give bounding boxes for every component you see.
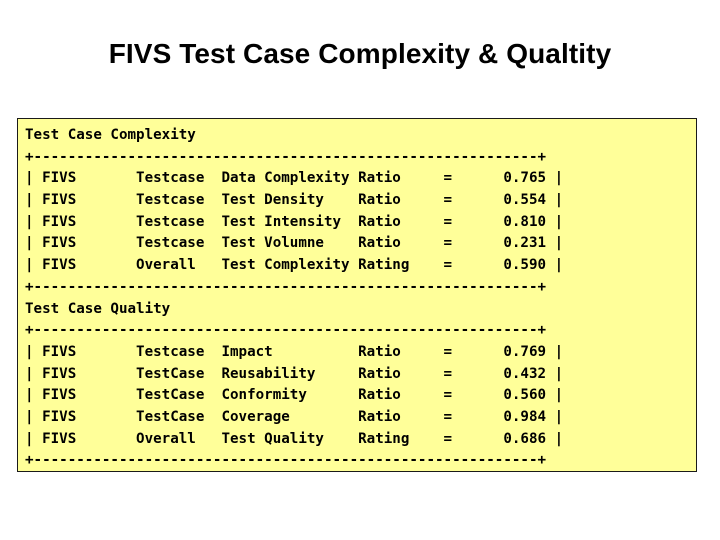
report-line: | FIVS Testcase Test Intensity Ratio = 0…	[25, 213, 564, 230]
page-title: FIVS Test Case Complexity & Qualtity	[108, 38, 612, 69]
report-line: | FIVS Testcase Data Complexity Ratio = …	[25, 170, 564, 187]
report-line: | FIVS Overall Test Quality Rating = 0.6…	[25, 430, 564, 447]
slide-canvas: FIVS Test Case Complexity & Qualtity Tes…	[0, 0, 720, 540]
report-panel: Test Case Complexity +-------------------…	[17, 118, 697, 472]
report-line: +---------------------------------------…	[25, 278, 547, 295]
report-line: | FIVS Testcase Test Volumne Ratio = 0.2…	[25, 235, 564, 252]
report-line: +---------------------------------------…	[25, 322, 547, 339]
report-line: | FIVS TestCase Coverage Ratio = 0.984 |	[25, 408, 564, 425]
report-line: | FIVS TestCase Conformity Ratio = 0.560…	[25, 387, 564, 404]
report-line: | FIVS Overall Test Complexity Rating = …	[25, 257, 564, 274]
report-line: +---------------------------------------…	[25, 452, 547, 469]
report-line: +---------------------------------------…	[25, 148, 547, 165]
report-line: | FIVS Testcase Impact Ratio = 0.769 |	[25, 343, 564, 360]
report-line: Test Case Complexity	[25, 127, 196, 143]
report-line: | FIVS TestCase Reusability Ratio = 0.43…	[25, 365, 564, 382]
report-text-block: Test Case Complexity +-------------------…	[25, 125, 564, 471]
report-line: Test Case Quality	[25, 300, 171, 317]
report-line: | FIVS Testcase Test Density Ratio = 0.5…	[25, 192, 564, 209]
